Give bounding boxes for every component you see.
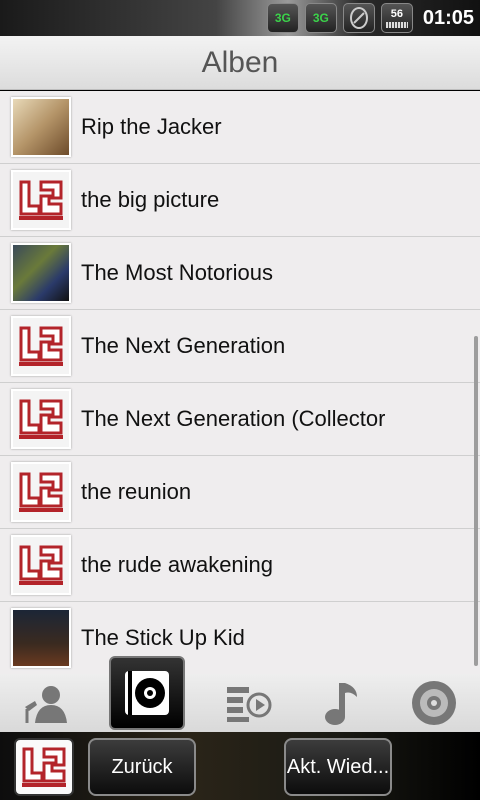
default-album-logo-icon	[11, 462, 71, 522]
default-album-logo-icon	[11, 389, 71, 449]
app-logo-icon	[22, 747, 66, 787]
3g-icon: 3G	[266, 3, 299, 33]
album-cover	[11, 608, 71, 668]
album-cover	[11, 243, 71, 303]
battery-icon: 56	[380, 3, 413, 33]
back-button[interactable]: Zurück	[88, 738, 196, 796]
list-item[interactable]: The Most Notorious	[0, 237, 480, 310]
album-title: The Most Notorious	[81, 260, 273, 285]
page-title: Alben	[201, 45, 279, 79]
status-bar: 3G 3G 56 01:05	[0, 0, 480, 36]
list-item[interactable]: the big picture	[0, 164, 480, 237]
default-album-logo-icon	[11, 316, 71, 376]
clock: 01:05	[422, 6, 474, 29]
now-playing-button[interactable]: Akt. Wied...	[284, 738, 392, 796]
album-title: The Next Generation	[81, 333, 286, 358]
sync-icon	[342, 3, 375, 33]
category-tabs	[0, 656, 480, 732]
scrollbar[interactable]	[474, 336, 478, 666]
page-header: Alben	[0, 36, 480, 90]
album-list[interactable]: Rip the Jacker the big picture The Most …	[0, 91, 480, 674]
album-title: The Next Generation (Collector	[81, 406, 386, 431]
list-item[interactable]: The Next Generation (Collector	[0, 383, 480, 456]
list-item[interactable]: the reunion	[0, 456, 480, 529]
albums-icon[interactable]	[109, 656, 186, 730]
album-title: the rude awakening	[81, 552, 274, 577]
genres-icon[interactable]	[404, 678, 464, 728]
album-title: The Stick Up Kid	[81, 625, 245, 650]
default-album-logo-icon	[11, 170, 71, 230]
artists-icon[interactable]	[16, 678, 76, 728]
list-item[interactable]: The Stick Up Kid	[0, 602, 480, 674]
playlists-icon[interactable]	[218, 678, 278, 728]
app-logo-button[interactable]	[14, 738, 74, 796]
album-cover	[11, 97, 71, 157]
default-album-logo-icon	[11, 535, 71, 595]
album-title: Rip the Jacker	[81, 114, 222, 139]
softkey-bar: Zurück Akt. Wied...	[0, 732, 480, 800]
songs-icon[interactable]	[311, 678, 371, 728]
list-item[interactable]: the rude awakening	[0, 529, 480, 602]
3g-signal-icon: 3G	[304, 3, 337, 33]
list-item[interactable]: Rip the Jacker	[0, 91, 480, 164]
list-item[interactable]: The Next Generation	[0, 310, 480, 383]
album-title: the reunion	[81, 479, 192, 504]
album-title: the big picture	[81, 187, 220, 212]
